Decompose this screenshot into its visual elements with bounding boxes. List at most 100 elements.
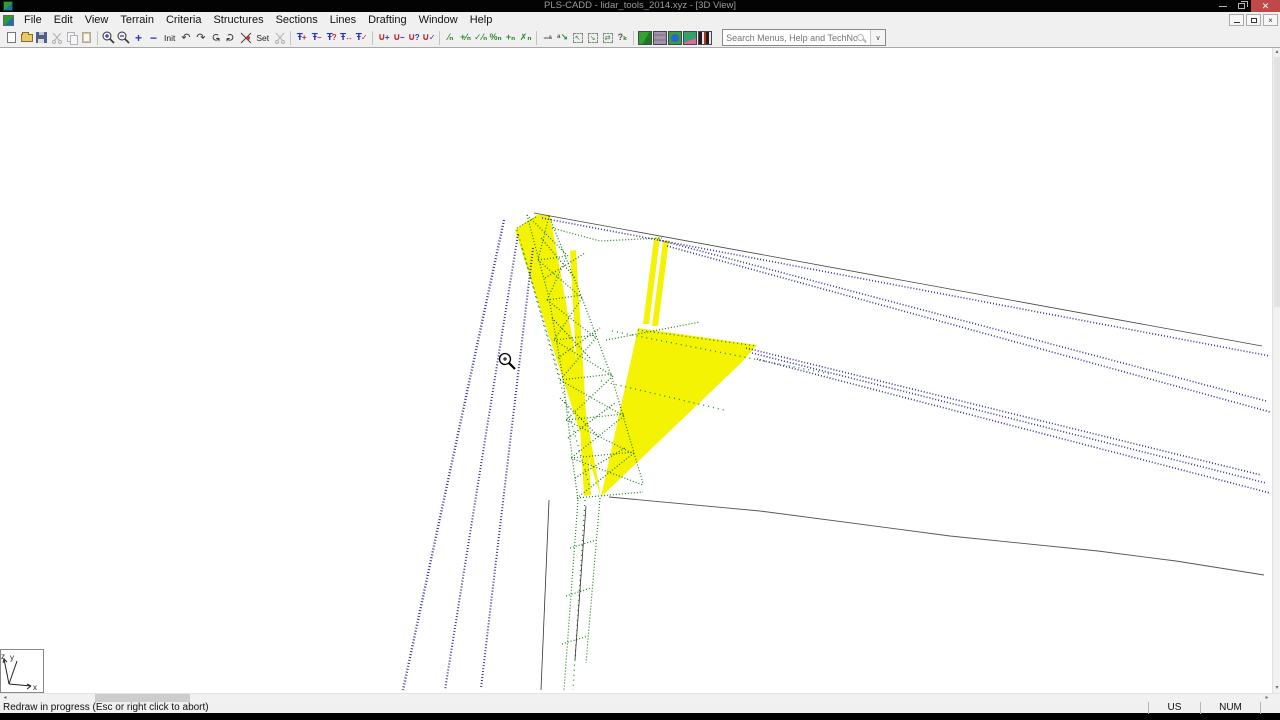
restore-icon xyxy=(1238,1,1248,9)
clip-button[interactable] xyxy=(272,30,287,45)
scroll-left-icon[interactable]: ◂ xyxy=(0,694,10,702)
menu-lines[interactable]: Lines xyxy=(324,12,362,28)
window-title: PLS-CADD - lidar_tools_2014.xyz - [3D Vi… xyxy=(543,0,736,11)
status-bar-end xyxy=(1260,701,1280,714)
search-input[interactable] xyxy=(723,31,858,44)
zoom-in-button[interactable] xyxy=(101,30,116,45)
swap-label-button[interactable]: ⇄ xyxy=(600,30,615,45)
label-help-button[interactable]: ?ₖ xyxy=(615,30,630,45)
section-modify-6-icon: ✗ₙ xyxy=(519,32,532,42)
view-3d-button[interactable] xyxy=(637,30,652,45)
horizontal-scrollbar[interactable]: ◂ ▸ xyxy=(0,694,1272,702)
zoom-cursor-icon xyxy=(498,352,516,370)
section-modify-4-button[interactable]: %ₙ xyxy=(488,30,503,45)
mdi-restore-button[interactable] xyxy=(1246,14,1261,26)
move-label-out-button[interactable]: ↘ xyxy=(585,30,600,45)
move-structure-button[interactable]: Ŧ↔ xyxy=(339,30,354,45)
label-help-icon: ?ₖ xyxy=(617,32,628,42)
view-pp-button[interactable] xyxy=(652,30,667,45)
minimize-button[interactable] xyxy=(1213,0,1232,12)
rotate-down-icon: ↻ xyxy=(225,32,238,43)
viewport-3d[interactable]: z y x ▴ ▾ xyxy=(0,48,1280,693)
section-modify-2-button[interactable]: +⁄ₙ xyxy=(458,30,473,45)
set-rotation-origin-icon xyxy=(240,32,252,43)
axis-y-label: y xyxy=(10,653,14,662)
delete-structure-button[interactable]: Ŧ− xyxy=(309,30,324,45)
cut-button[interactable] xyxy=(49,30,64,45)
section-modify-5-button[interactable]: +ₙ xyxy=(503,30,518,45)
add-section-button[interactable]: ∪+ xyxy=(376,30,391,45)
section-modify-3-button[interactable]: ✓⁄ₙ xyxy=(473,30,488,45)
move-label-in-button[interactable]: ↖ xyxy=(570,30,585,45)
keyboard-layout-indicator: US xyxy=(1148,701,1200,714)
axis-x-label: x xyxy=(33,683,37,692)
rotate-up-button[interactable]: ↺ xyxy=(208,30,223,45)
section-info-button[interactable]: ∪? xyxy=(406,30,421,45)
copy-button[interactable] xyxy=(64,30,79,45)
menu-view[interactable]: View xyxy=(79,12,115,28)
menu-criteria[interactable]: Criteria xyxy=(160,12,207,28)
menu-file[interactable]: File xyxy=(18,12,48,28)
rotate-left-button[interactable]: ↶ xyxy=(178,30,193,45)
structure-info-icon: Ŧ? xyxy=(326,32,337,43)
new-file-button[interactable] xyxy=(4,30,19,45)
window-controls: ✕ xyxy=(1213,0,1280,12)
label-leader-button[interactable]: ᵃ↘ xyxy=(555,30,570,45)
horizontal-scroll-thumb[interactable] xyxy=(95,694,190,702)
menu-edit[interactable]: Edit xyxy=(48,12,79,28)
delete-section-icon: ∪− xyxy=(392,32,405,43)
decrease-button[interactable]: − xyxy=(146,30,161,45)
scroll-right-icon[interactable]: ▸ xyxy=(1262,694,1272,702)
rotate-down-button[interactable]: ↻ xyxy=(223,30,238,45)
section-modify-6-button[interactable]: ✗ₙ xyxy=(518,30,533,45)
check-section-button[interactable]: ∪✓ xyxy=(421,30,436,45)
move-structure-icon: Ŧ↔ xyxy=(340,32,354,43)
rotate-right-button[interactable]: ↷ xyxy=(193,30,208,45)
view-schematic-button[interactable] xyxy=(697,30,712,45)
mdi-close-button[interactable]: × xyxy=(1263,14,1278,26)
mdi-window-controls: × xyxy=(1229,14,1278,26)
label-underline-button[interactable]: −ᵃ xyxy=(540,30,555,45)
horizontal-scrollbar-row: ◂ ▸ xyxy=(0,693,1280,702)
scroll-down-icon[interactable]: ▾ xyxy=(1273,684,1280,693)
view-pp-icon xyxy=(652,30,667,45)
delete-structure-icon: Ŧ− xyxy=(311,32,322,43)
close-button[interactable]: ✕ xyxy=(1251,0,1280,12)
view-plan-button[interactable] xyxy=(667,30,682,45)
menu-drafting[interactable]: Drafting xyxy=(362,12,413,28)
increase-button[interactable]: + xyxy=(131,30,146,45)
swap-label-icon: ⇄ xyxy=(602,32,613,43)
mdi-minimize-button[interactable] xyxy=(1229,14,1244,26)
restore-button[interactable] xyxy=(1232,0,1251,12)
vertical-scrollbar[interactable]: ▴ ▾ xyxy=(1272,48,1280,693)
view-profile-button[interactable] xyxy=(682,30,697,45)
menu-terrain[interactable]: Terrain xyxy=(114,12,160,28)
set-view-button[interactable]: Set xyxy=(253,30,272,45)
minimize-icon xyxy=(1218,5,1227,7)
status-bar: Redraw in progress (Esc or right click t… xyxy=(0,701,1280,714)
section-info-icon: ∪? xyxy=(407,32,420,43)
menu-structures[interactable]: Structures xyxy=(207,12,269,28)
vertical-scroll-thumb[interactable] xyxy=(1274,57,1280,307)
menu-help[interactable]: Help xyxy=(464,12,499,28)
document-icon xyxy=(3,14,14,26)
init-view-button[interactable]: Init xyxy=(161,30,178,45)
add-structure-button[interactable]: Ŧ+ xyxy=(294,30,309,45)
menu-window[interactable]: Window xyxy=(413,12,464,28)
scroll-up-icon[interactable]: ▴ xyxy=(1273,48,1280,57)
menu-sections[interactable]: Sections xyxy=(270,12,324,28)
section-modify-1-button[interactable]: ⁄ₙ xyxy=(443,30,458,45)
check-structure-button[interactable]: Ŧ✓ xyxy=(354,30,369,45)
open-file-button[interactable] xyxy=(19,30,34,45)
mdi-restore-icon xyxy=(1250,17,1257,23)
set-rotation-origin-button[interactable] xyxy=(238,30,253,45)
search-dropdown-button[interactable]: ∨ xyxy=(870,30,886,45)
new-file-icon xyxy=(7,32,16,43)
view-plan-icon xyxy=(667,30,682,45)
zoom-out-button[interactable] xyxy=(116,30,131,45)
structure-info-button[interactable]: Ŧ? xyxy=(324,30,339,45)
paste-button[interactable] xyxy=(79,30,94,45)
zoom-in-icon xyxy=(102,31,115,44)
save-file-button[interactable] xyxy=(34,30,49,45)
delete-section-button[interactable]: ∪− xyxy=(391,30,406,45)
